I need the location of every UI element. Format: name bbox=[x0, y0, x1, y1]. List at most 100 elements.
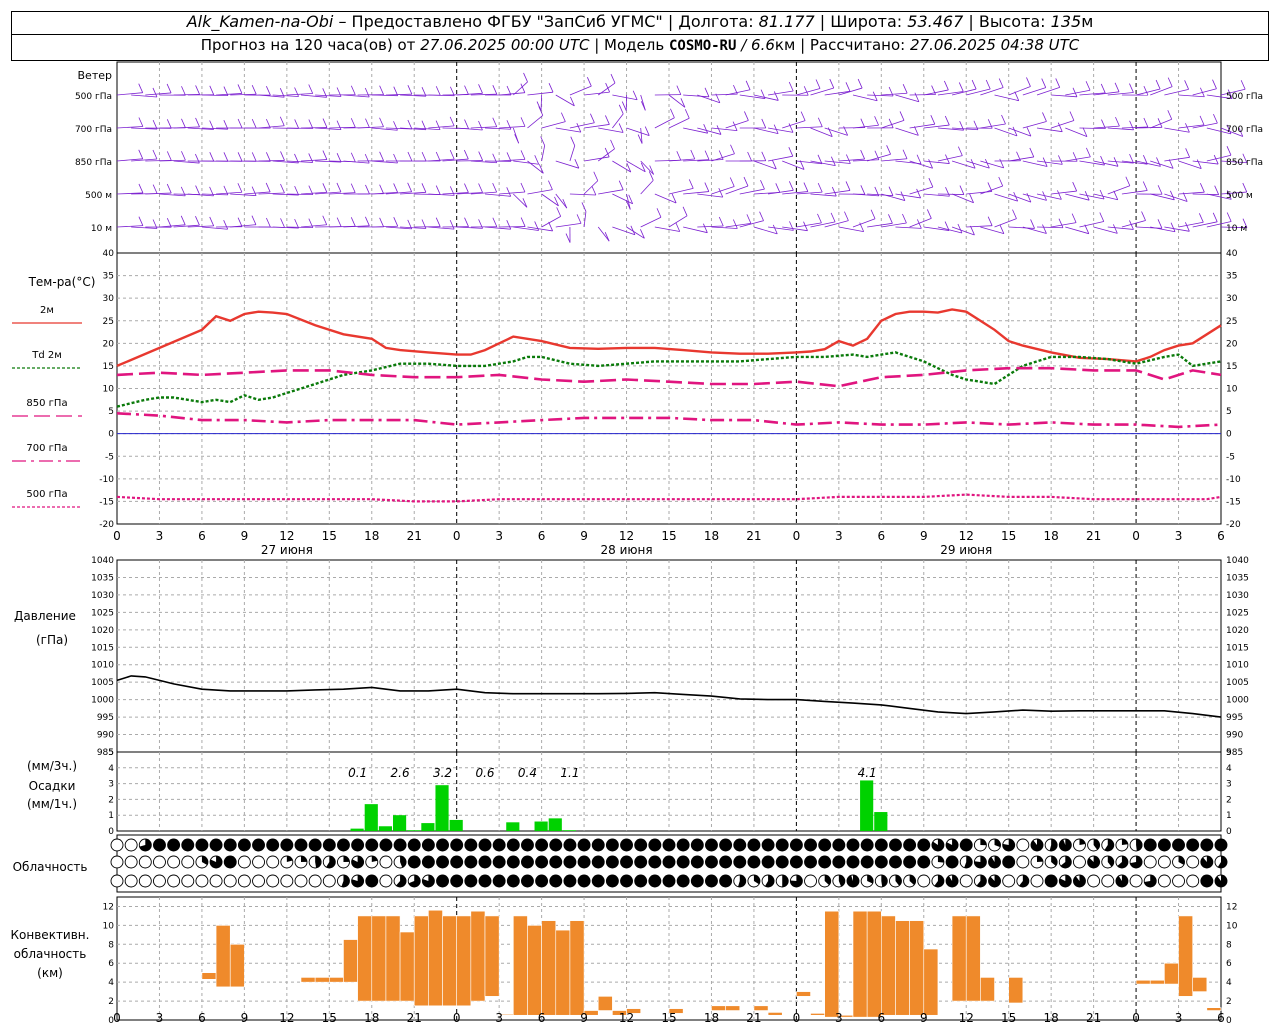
cloud-symbol bbox=[110, 855, 124, 869]
cloud-symbol-fill bbox=[479, 839, 491, 851]
wind-barb-flag bbox=[1069, 111, 1075, 121]
wind-barb-flag bbox=[407, 151, 413, 162]
cloud-symbol-fill bbox=[634, 839, 647, 851]
cloud-symbol-fill bbox=[776, 856, 789, 868]
wind-barb-flag bbox=[181, 151, 186, 161]
cloud-symbol-fill bbox=[493, 875, 506, 887]
wind-barb-flag bbox=[294, 185, 299, 196]
wind-barb-flag bbox=[732, 121, 738, 131]
precip-total-label: 3.2 bbox=[433, 766, 452, 780]
cloud-symbol-fill bbox=[847, 839, 859, 851]
wind-barb-flag bbox=[803, 221, 808, 231]
cloud-symbol bbox=[167, 874, 181, 888]
wind-barb-shaft bbox=[484, 127, 511, 130]
convective-bar bbox=[555, 929, 571, 1016]
pres-ytick-left: 1015 bbox=[91, 643, 114, 653]
wind-barb-shaft bbox=[1135, 88, 1161, 96]
wind-barb-shaft bbox=[1150, 118, 1172, 129]
precip-bar bbox=[393, 815, 407, 831]
wind-barb-flag bbox=[618, 123, 624, 133]
wind-barb-shaft bbox=[1051, 190, 1077, 195]
cloud-symbol bbox=[917, 874, 931, 888]
pres-ytick-right: 1020 bbox=[1226, 626, 1249, 636]
x-tick-label: 18 bbox=[704, 529, 719, 543]
convective-bar bbox=[513, 915, 528, 1016]
pres-ytick-right: 995 bbox=[1226, 713, 1243, 723]
x-tick-label: 21 bbox=[407, 529, 422, 543]
cloud-symbol-fill bbox=[408, 839, 421, 851]
wind-barb-flag bbox=[322, 183, 328, 193]
convective-bar bbox=[866, 910, 882, 1018]
convective-bar bbox=[852, 910, 868, 1018]
temp-legend-label: 2м bbox=[40, 305, 54, 316]
x-tick-label-bottom: 0 bbox=[453, 1011, 461, 1024]
cloud-symbol-fill bbox=[323, 839, 336, 851]
pressure-title-1: Давление bbox=[14, 609, 76, 623]
wind-barb-flag bbox=[1142, 181, 1148, 191]
cloud-symbol-fill bbox=[1037, 856, 1043, 862]
cloud-symbol-fill bbox=[889, 856, 902, 868]
wind-barb-flag bbox=[195, 117, 200, 128]
wind-barb-flag bbox=[350, 152, 356, 162]
temp-ytick-left: 5 bbox=[108, 407, 114, 417]
wind-barb-flag bbox=[435, 86, 441, 96]
x-tick-label: 3 bbox=[156, 529, 164, 543]
wind-barb-flag bbox=[704, 150, 710, 160]
temp-ytick-right: 20 bbox=[1226, 339, 1238, 349]
wind-barb-shaft bbox=[951, 88, 977, 96]
convective-bar bbox=[201, 972, 217, 980]
x-tick-label-bottom: 18 bbox=[1044, 1011, 1059, 1024]
wind-barb-flag bbox=[718, 187, 724, 198]
wind-barb-shaft bbox=[824, 127, 848, 136]
cloud-symbol-fill bbox=[578, 856, 591, 868]
temp-ytick-left: 35 bbox=[103, 272, 114, 282]
wind-barb-shaft bbox=[456, 127, 483, 131]
prec-ytick-left: 3 bbox=[108, 780, 114, 790]
x-tick-label-bottom: 12 bbox=[279, 1011, 294, 1024]
wind-barb-flag bbox=[294, 87, 299, 97]
wind-level-label-left: 500 м bbox=[85, 191, 112, 201]
wind-barb-shaft bbox=[484, 226, 511, 230]
x-tick-label-bottom: 15 bbox=[661, 1011, 676, 1024]
x-tick-label: 0 bbox=[113, 529, 121, 543]
wind-barb-shaft bbox=[683, 226, 708, 234]
cloud-symbol-fill bbox=[493, 839, 506, 851]
wind-barb-flag bbox=[656, 208, 662, 218]
wind-barb-shaft bbox=[513, 193, 528, 208]
wind-barb-flag bbox=[718, 216, 724, 227]
wind-barb-flag bbox=[1226, 212, 1232, 222]
wind-barb-flag bbox=[789, 221, 794, 231]
wind-barb-flag bbox=[393, 217, 399, 227]
cloud-symbol bbox=[153, 855, 166, 869]
cloud-symbol-fill bbox=[535, 856, 548, 868]
wind-barb-shaft bbox=[230, 193, 257, 197]
cloud-symbol-fill bbox=[365, 839, 378, 851]
convective-bar bbox=[357, 915, 373, 1002]
wind-barb-shaft bbox=[640, 180, 654, 195]
wind-barb-flag bbox=[1213, 154, 1219, 165]
wind-barb-shaft bbox=[385, 93, 412, 96]
wind-barb-shaft bbox=[895, 226, 922, 229]
wind-barb-flag bbox=[534, 221, 540, 231]
wind-barb-shaft bbox=[867, 94, 894, 97]
wind-barb-flag bbox=[1212, 212, 1218, 222]
wind-barb-flag bbox=[926, 209, 932, 219]
convective-bar bbox=[541, 920, 557, 1016]
cloud-symbol-fill bbox=[818, 839, 831, 851]
convective-bar bbox=[527, 925, 542, 1016]
wind-barb-flag bbox=[294, 119, 300, 129]
wind-barb-flag bbox=[845, 154, 851, 164]
wind-barb-flag bbox=[775, 183, 781, 193]
cloud-symbol bbox=[280, 874, 294, 888]
wind-barb-flag bbox=[336, 182, 342, 193]
cloud-symbol-fill bbox=[195, 839, 208, 851]
wind-barb-flag bbox=[1058, 218, 1064, 228]
wind-barb-shaft bbox=[994, 94, 1019, 102]
wind-barb-flag bbox=[744, 111, 749, 121]
wind-barb-shaft bbox=[612, 193, 633, 205]
precip-bar bbox=[364, 804, 378, 831]
wind-barb-shaft bbox=[1079, 221, 1104, 228]
wind-barb-flag bbox=[265, 182, 271, 193]
date-label: 27 июня bbox=[261, 543, 313, 557]
wind-barb-flag bbox=[704, 87, 710, 97]
